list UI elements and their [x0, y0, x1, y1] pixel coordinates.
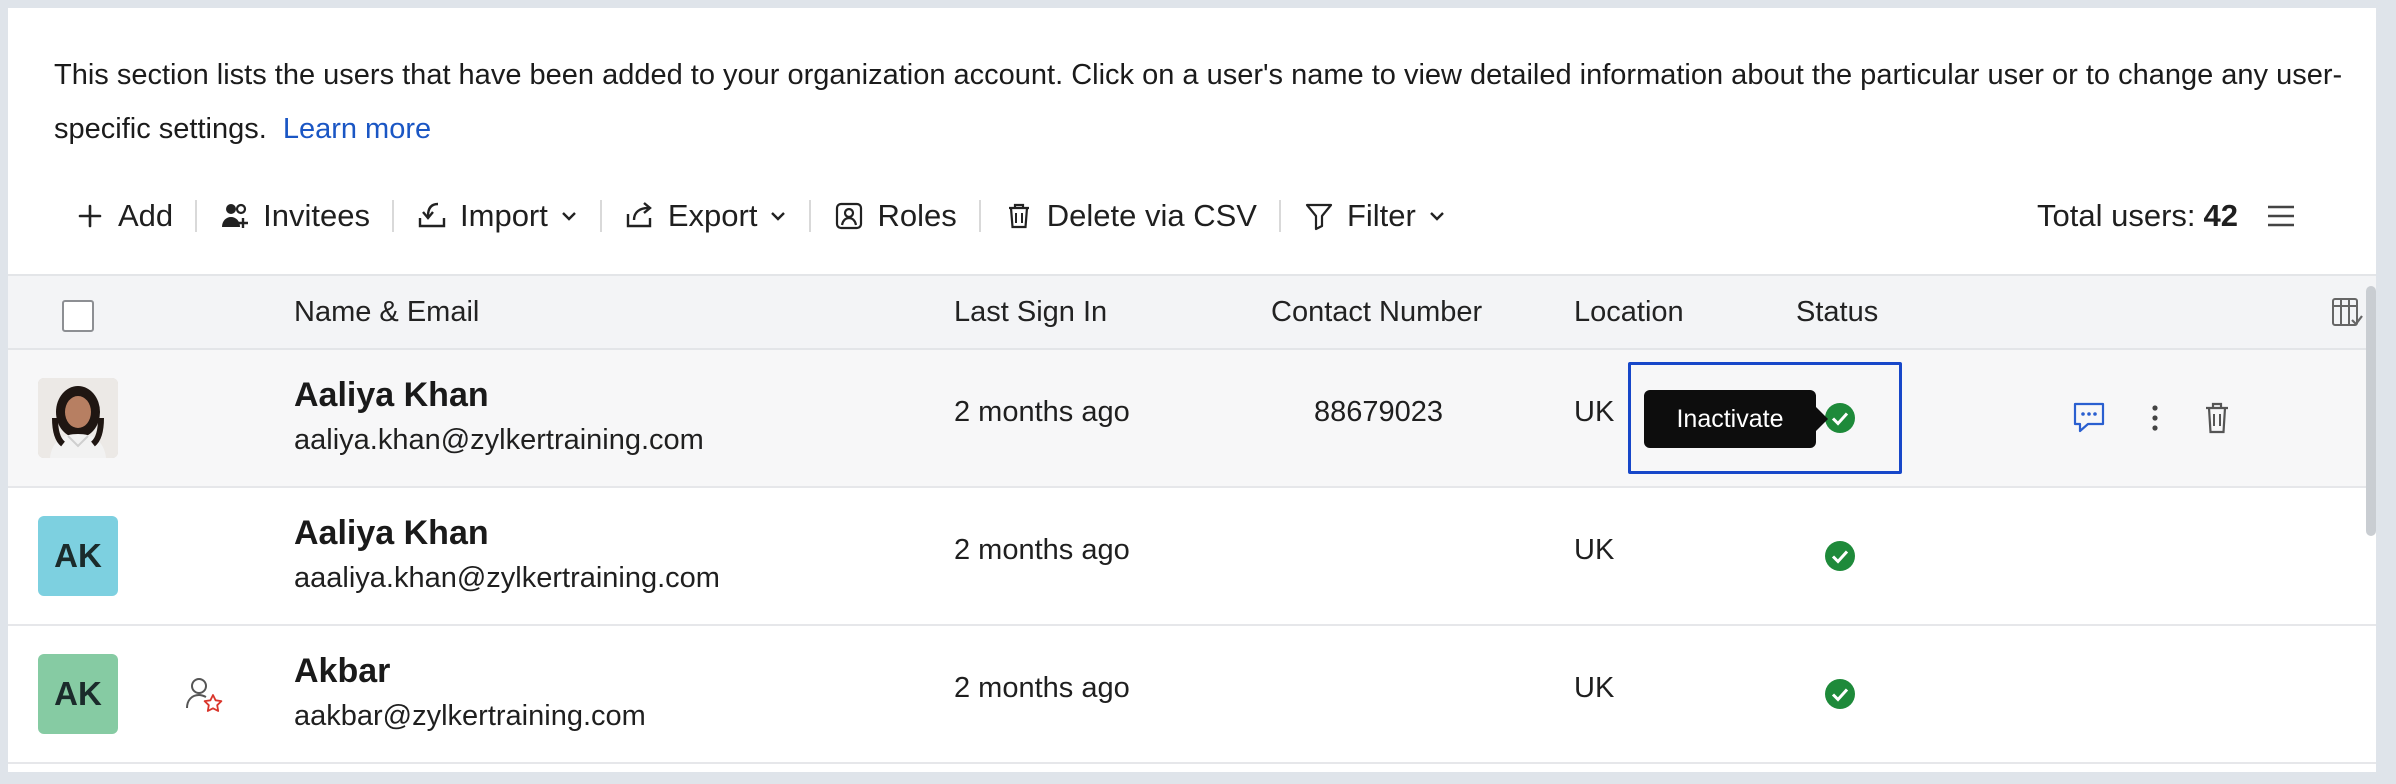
filter-label: Filter — [1346, 198, 1416, 233]
inactivate-tooltip: Inactivate — [1644, 390, 1828, 448]
invitees-button[interactable]: Invitees — [197, 186, 392, 246]
roles-label: Roles — [877, 198, 957, 233]
table-row[interactable]: AK Aaliya Khan aaaliya.khan@zylkertraini… — [8, 488, 2376, 626]
location: UK — [1574, 672, 1615, 704]
filter-button[interactable]: Filter — [1281, 186, 1468, 246]
header-location[interactable]: Location — [1574, 276, 1684, 348]
vertical-scrollbar[interactable] — [2366, 286, 2376, 536]
delete-via-csv-button[interactable]: Delete via CSV — [981, 186, 1279, 246]
last-sign-in: 2 months ago — [954, 672, 1130, 704]
export-button[interactable]: Export — [602, 186, 810, 246]
import-icon — [416, 200, 448, 232]
export-icon — [624, 200, 656, 232]
export-label: Export — [667, 198, 758, 233]
chevron-down-icon — [1428, 207, 1446, 225]
filter-icon — [1303, 200, 1335, 232]
add-button[interactable]: Add — [54, 186, 195, 246]
learn-more-link[interactable]: Learn more — [283, 113, 431, 145]
header-last-sign-in[interactable]: Last Sign In — [954, 276, 1107, 348]
avatar[interactable] — [38, 378, 118, 458]
import-label: Import — [460, 198, 548, 233]
table-header: Name & Email Last Sign In Contact Number… — [8, 274, 2376, 350]
total-users-count: 42 — [2203, 198, 2238, 233]
contact-number: 88679023 — [1314, 396, 1444, 428]
active-status-icon[interactable] — [1824, 540, 1856, 572]
location: UK — [1574, 396, 1615, 428]
chevron-down-icon — [769, 207, 787, 225]
roles-icon — [833, 200, 865, 232]
delete-via-csv-label: Delete via CSV — [1046, 198, 1257, 233]
user-name[interactable]: Aaliya Khan — [294, 376, 489, 415]
total-users: Total users: 42 — [2037, 186, 2376, 246]
delete-icon[interactable] — [2200, 400, 2234, 436]
more-options-icon[interactable] — [2138, 400, 2172, 436]
hamburger-menu-icon[interactable] — [2264, 199, 2298, 233]
avatar[interactable]: AK — [38, 516, 118, 596]
table-row[interactable]: AK Akbar aakbar@zylkertraining.com 2 mon… — [8, 626, 2376, 764]
last-sign-in: 2 months ago — [954, 534, 1130, 566]
trash-icon — [1003, 200, 1035, 232]
invitees-icon — [219, 200, 251, 232]
column-settings-icon[interactable] — [2330, 296, 2364, 330]
user-email: aakbar@zylkertraining.com — [294, 700, 646, 732]
active-status-icon[interactable] — [1824, 678, 1856, 710]
admin-user-icon — [184, 674, 224, 714]
header-contact-number[interactable]: Contact Number — [1271, 276, 1482, 348]
intro-text: This section lists the users that have b… — [54, 48, 2354, 156]
table-row[interactable]: Aaliya Khan aaliya.khan@zylkertraining.c… — [8, 350, 2376, 488]
users-toolbar: Add Invitees Import Export Roles Delete … — [54, 186, 2376, 246]
users-panel: This section lists the users that have b… — [8, 8, 2376, 772]
header-name-email[interactable]: Name & Email — [294, 276, 479, 348]
user-email: aaliya.khan@zylkertraining.com — [294, 424, 704, 456]
chevron-down-icon — [560, 207, 578, 225]
last-sign-in: 2 months ago — [954, 396, 1130, 428]
roles-button[interactable]: Roles — [811, 186, 978, 246]
chat-icon[interactable] — [2072, 400, 2106, 436]
add-label: Add — [118, 198, 174, 233]
plus-icon — [74, 200, 106, 232]
invitees-label: Invitees — [263, 198, 371, 233]
import-button[interactable]: Import — [394, 186, 600, 246]
total-users-label: Total users: — [2037, 198, 2196, 233]
user-name[interactable]: Aaliya Khan — [294, 514, 489, 553]
user-name[interactable]: Akbar — [294, 652, 390, 691]
select-all-checkbox[interactable] — [62, 300, 94, 332]
header-status[interactable]: Status — [1796, 276, 1878, 348]
user-photo-icon — [38, 378, 118, 458]
user-email: aaaliya.khan@zylkertraining.com — [294, 562, 720, 594]
location: UK — [1574, 534, 1615, 566]
avatar[interactable]: AK — [38, 654, 118, 734]
